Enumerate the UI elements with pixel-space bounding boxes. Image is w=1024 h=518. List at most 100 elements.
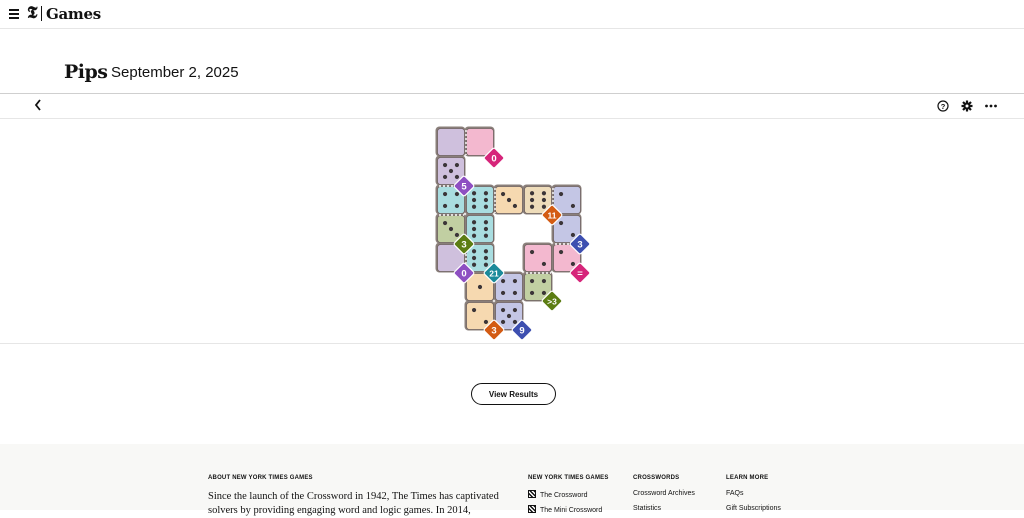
view-results-button[interactable]: View Results xyxy=(471,383,556,405)
pip xyxy=(541,278,547,284)
pip xyxy=(541,290,547,296)
top-nav-bar: 𝕿 Games xyxy=(0,0,1024,29)
pip xyxy=(541,191,547,196)
pip xyxy=(483,255,489,261)
pip xyxy=(454,191,460,197)
badge-eq-label: = xyxy=(577,268,583,279)
pip xyxy=(541,261,547,267)
pip xyxy=(442,174,448,180)
more-icon[interactable] xyxy=(984,99,998,117)
puzzle-date: September 2, 2025 xyxy=(111,64,239,81)
pip xyxy=(471,204,477,209)
pip xyxy=(500,278,506,284)
badge-21-label: 21 xyxy=(489,268,499,278)
pip xyxy=(442,162,448,168)
pip xyxy=(483,249,489,254)
pip xyxy=(500,319,506,325)
pip xyxy=(570,203,576,209)
pip xyxy=(448,168,454,174)
badge-3-orange-label: 3 xyxy=(491,325,496,336)
footer-link-gifts[interactable]: Gift Subscriptions xyxy=(726,505,781,512)
pip xyxy=(500,290,506,296)
pip xyxy=(506,313,512,319)
hamburger-menu-icon[interactable] xyxy=(9,9,19,19)
footer-link-archives[interactable]: Crossword Archives xyxy=(633,490,695,497)
pip xyxy=(483,204,489,209)
pip xyxy=(442,191,448,197)
footer-link-faqs[interactable]: FAQs xyxy=(726,490,744,497)
pip xyxy=(471,226,477,232)
footer-about-heading: ABOUT NEW YORK TIMES GAMES xyxy=(208,475,313,481)
board-cell-r3c1[interactable] xyxy=(466,215,494,243)
pip xyxy=(529,290,535,296)
pip xyxy=(558,249,564,255)
pip xyxy=(570,232,576,238)
pip xyxy=(529,204,535,209)
pip xyxy=(471,307,477,313)
pip xyxy=(483,226,489,232)
footer-games-heading: NEW YORK TIMES GAMES xyxy=(528,475,609,481)
pip xyxy=(512,290,518,296)
pip xyxy=(541,204,547,209)
pip xyxy=(512,307,518,313)
badge-9-label: 9 xyxy=(519,325,524,336)
footer-link-crossword-label: The Crossword xyxy=(540,492,588,499)
footer-about-text: Since the launch of the Crossword in 194… xyxy=(208,491,499,516)
footer-learn-heading: LEARN MORE xyxy=(726,475,769,481)
pip xyxy=(471,220,477,225)
pip xyxy=(454,203,460,209)
pip xyxy=(442,203,448,209)
help-icon[interactable]: ? xyxy=(937,99,949,117)
badge-3-blue-label: 3 xyxy=(577,239,582,250)
pips-board[interactable]: 0 5 11 3 3 0 21 = >3 3 9 xyxy=(0,119,1024,344)
pip xyxy=(541,197,547,203)
gear-icon[interactable] xyxy=(961,99,973,117)
pip xyxy=(454,232,460,238)
games-brand[interactable]: Games xyxy=(46,5,101,23)
pip xyxy=(558,220,564,226)
badge-5-label: 5 xyxy=(461,181,467,192)
badge-3-green-label: 3 xyxy=(461,239,466,250)
chevron-left-icon[interactable] xyxy=(34,98,42,114)
footer-link-crossword[interactable]: The Crossword xyxy=(528,490,587,499)
cell-face xyxy=(524,244,552,272)
pip xyxy=(442,220,448,226)
board-cell-r0c0[interactable] xyxy=(437,128,465,156)
mini-crossword-icon xyxy=(528,505,536,513)
pip xyxy=(477,284,483,290)
pip xyxy=(512,319,518,325)
footer-link-mini-label: The Mini Crossword xyxy=(540,507,603,514)
badge-11-label: 11 xyxy=(548,210,557,220)
footer-link-statistics[interactable]: Statistics xyxy=(633,505,661,512)
footer: ABOUT NEW YORK TIMES GAMES Since the lau… xyxy=(0,444,1024,516)
pip xyxy=(471,262,477,267)
logo-divider xyxy=(41,6,42,21)
pip xyxy=(529,191,535,196)
pip xyxy=(506,197,512,203)
pip xyxy=(500,307,506,313)
board-cell-r2c2[interactable] xyxy=(495,186,523,214)
pip xyxy=(483,191,489,196)
board-area: 0 5 11 3 3 0 21 = >3 3 9 xyxy=(0,119,1024,344)
pip xyxy=(529,278,535,284)
pip xyxy=(529,249,535,255)
nyt-logo[interactable]: 𝕿 xyxy=(27,3,37,23)
pip xyxy=(570,261,576,267)
badge-gt3-label: >3 xyxy=(547,296,557,306)
pip xyxy=(471,191,477,196)
pip xyxy=(471,255,477,261)
pip xyxy=(471,249,477,254)
pip xyxy=(512,203,518,209)
svg-text:?: ? xyxy=(941,102,946,111)
pip xyxy=(500,191,506,197)
pip xyxy=(483,220,489,225)
cell-face xyxy=(437,128,465,156)
cell-face xyxy=(466,215,494,243)
pip xyxy=(512,278,518,284)
badge-0-pink-label: 0 xyxy=(491,153,496,164)
game-toolbar: ? xyxy=(0,94,1024,119)
pip xyxy=(448,226,454,232)
board-cell-r4c3[interactable] xyxy=(524,244,552,272)
pip xyxy=(483,233,489,238)
page-title: Pips xyxy=(64,61,108,83)
